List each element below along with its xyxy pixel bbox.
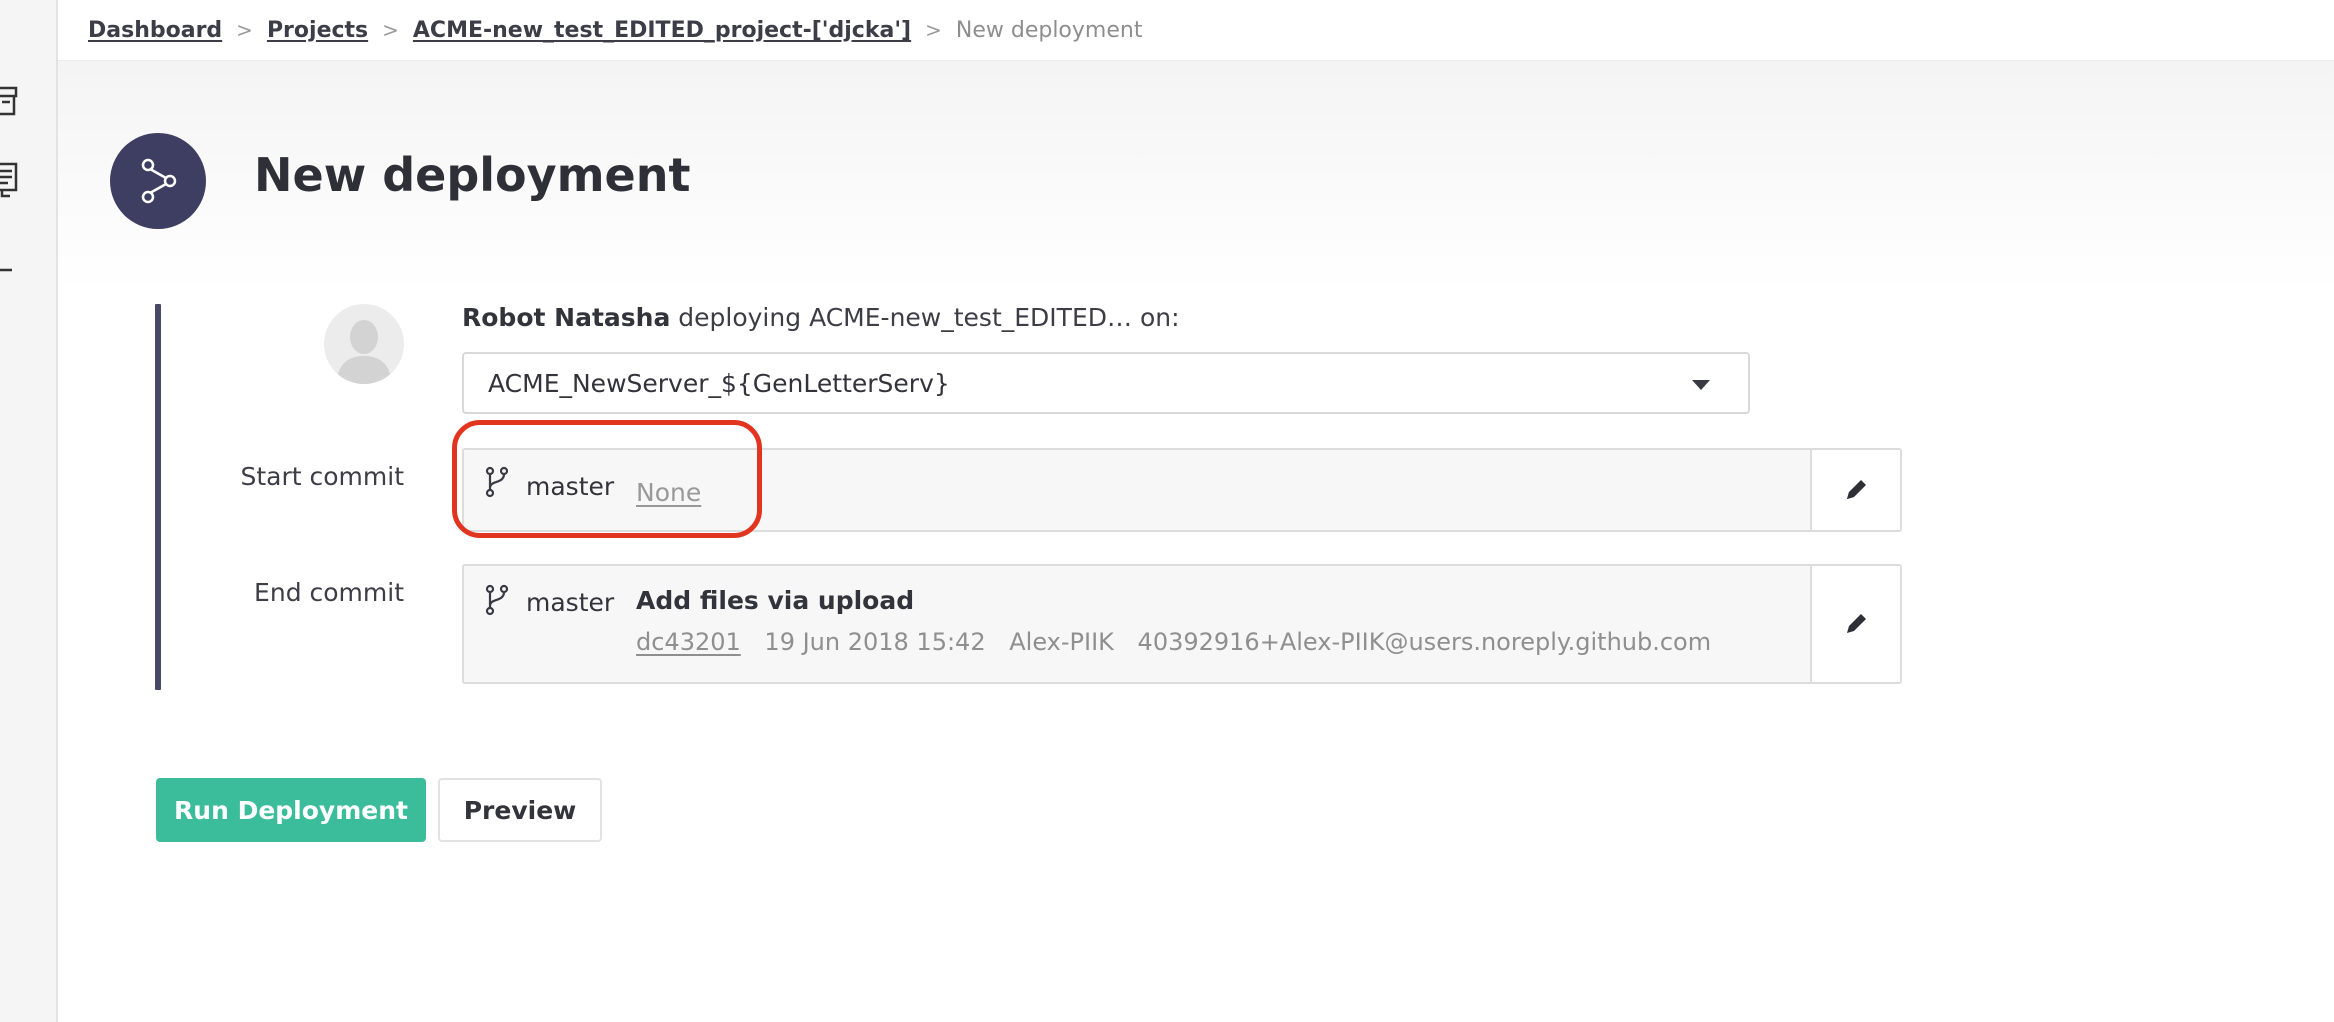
minus-icon[interactable]: [0, 250, 20, 290]
breadcrumb-project[interactable]: ACME-new_test_EDITED_project-['djcka']: [413, 18, 911, 43]
end-commit-box[interactable]: master Add files via upload dc43201 19 J…: [462, 564, 1902, 684]
form-left-border: [155, 304, 161, 690]
server-select-value: ACME_NewServer_${GenLetterServ}: [488, 368, 950, 398]
start-commit-box[interactable]: master None: [462, 448, 1902, 532]
run-deployment-button[interactable]: Run Deployment: [156, 778, 426, 842]
edit-end-commit-button[interactable]: [1810, 566, 1900, 682]
caret-down-icon[interactable]: [1692, 380, 1710, 390]
edit-start-commit-button[interactable]: [1810, 450, 1900, 530]
end-commit-label: End commit: [254, 578, 404, 607]
server-select[interactable]: ACME_NewServer_${GenLetterServ}: [462, 352, 1750, 414]
breadcrumb-separator: >: [382, 18, 399, 42]
archive-icon[interactable]: [0, 80, 20, 120]
deployer-line: Robot Natasha deploying ACME-new_test_ED…: [462, 303, 1180, 332]
commit-date: 19 Jun 2018 15:42: [764, 628, 986, 656]
start-commit-none-link[interactable]: None: [636, 478, 701, 507]
deployer-verb: deploying: [678, 303, 802, 332]
preview-button[interactable]: Preview: [438, 778, 602, 842]
commit-hash-link[interactable]: dc43201: [636, 628, 741, 656]
user-silhouette-icon: [336, 320, 392, 384]
start-commit-label: Start commit: [240, 462, 404, 491]
sidebar: [0, 0, 58, 1022]
commit-email: 40392916+Alex-PIIK@users.noreply.github.…: [1137, 628, 1712, 656]
pencil-icon: [1847, 614, 1866, 633]
git-branch-icon: [485, 584, 509, 616]
deployment-branch-icon: [110, 133, 206, 229]
commit-author: Alex-PIIK: [1009, 628, 1114, 656]
list-document-icon[interactable]: [0, 160, 20, 200]
end-commit-message: Add files via upload: [636, 586, 915, 615]
start-branch-name: master: [526, 472, 615, 501]
page-title: New deployment: [254, 148, 691, 202]
avatar: [324, 304, 404, 384]
git-branch-icon: [485, 466, 509, 498]
end-commit-meta: dc43201 19 Jun 2018 15:42 Alex-PIIK 4039…: [636, 628, 1711, 656]
end-branch-name: master: [526, 588, 615, 617]
deployer-suffix: on:: [1139, 303, 1180, 332]
breadcrumb-current: New deployment: [955, 17, 1143, 43]
breadcrumb: Dashboard > Projects > ACME-new_test_EDI…: [58, 0, 2334, 61]
breadcrumb-separator: >: [236, 18, 253, 42]
breadcrumb-dashboard[interactable]: Dashboard: [88, 18, 222, 43]
breadcrumb-separator: >: [925, 18, 942, 42]
deployer-project: ACME-new_test_EDITED…: [809, 303, 1132, 332]
deployer-name: Robot Natasha: [462, 303, 671, 332]
pencil-icon: [1847, 480, 1866, 499]
breadcrumb-projects[interactable]: Projects: [267, 18, 368, 43]
